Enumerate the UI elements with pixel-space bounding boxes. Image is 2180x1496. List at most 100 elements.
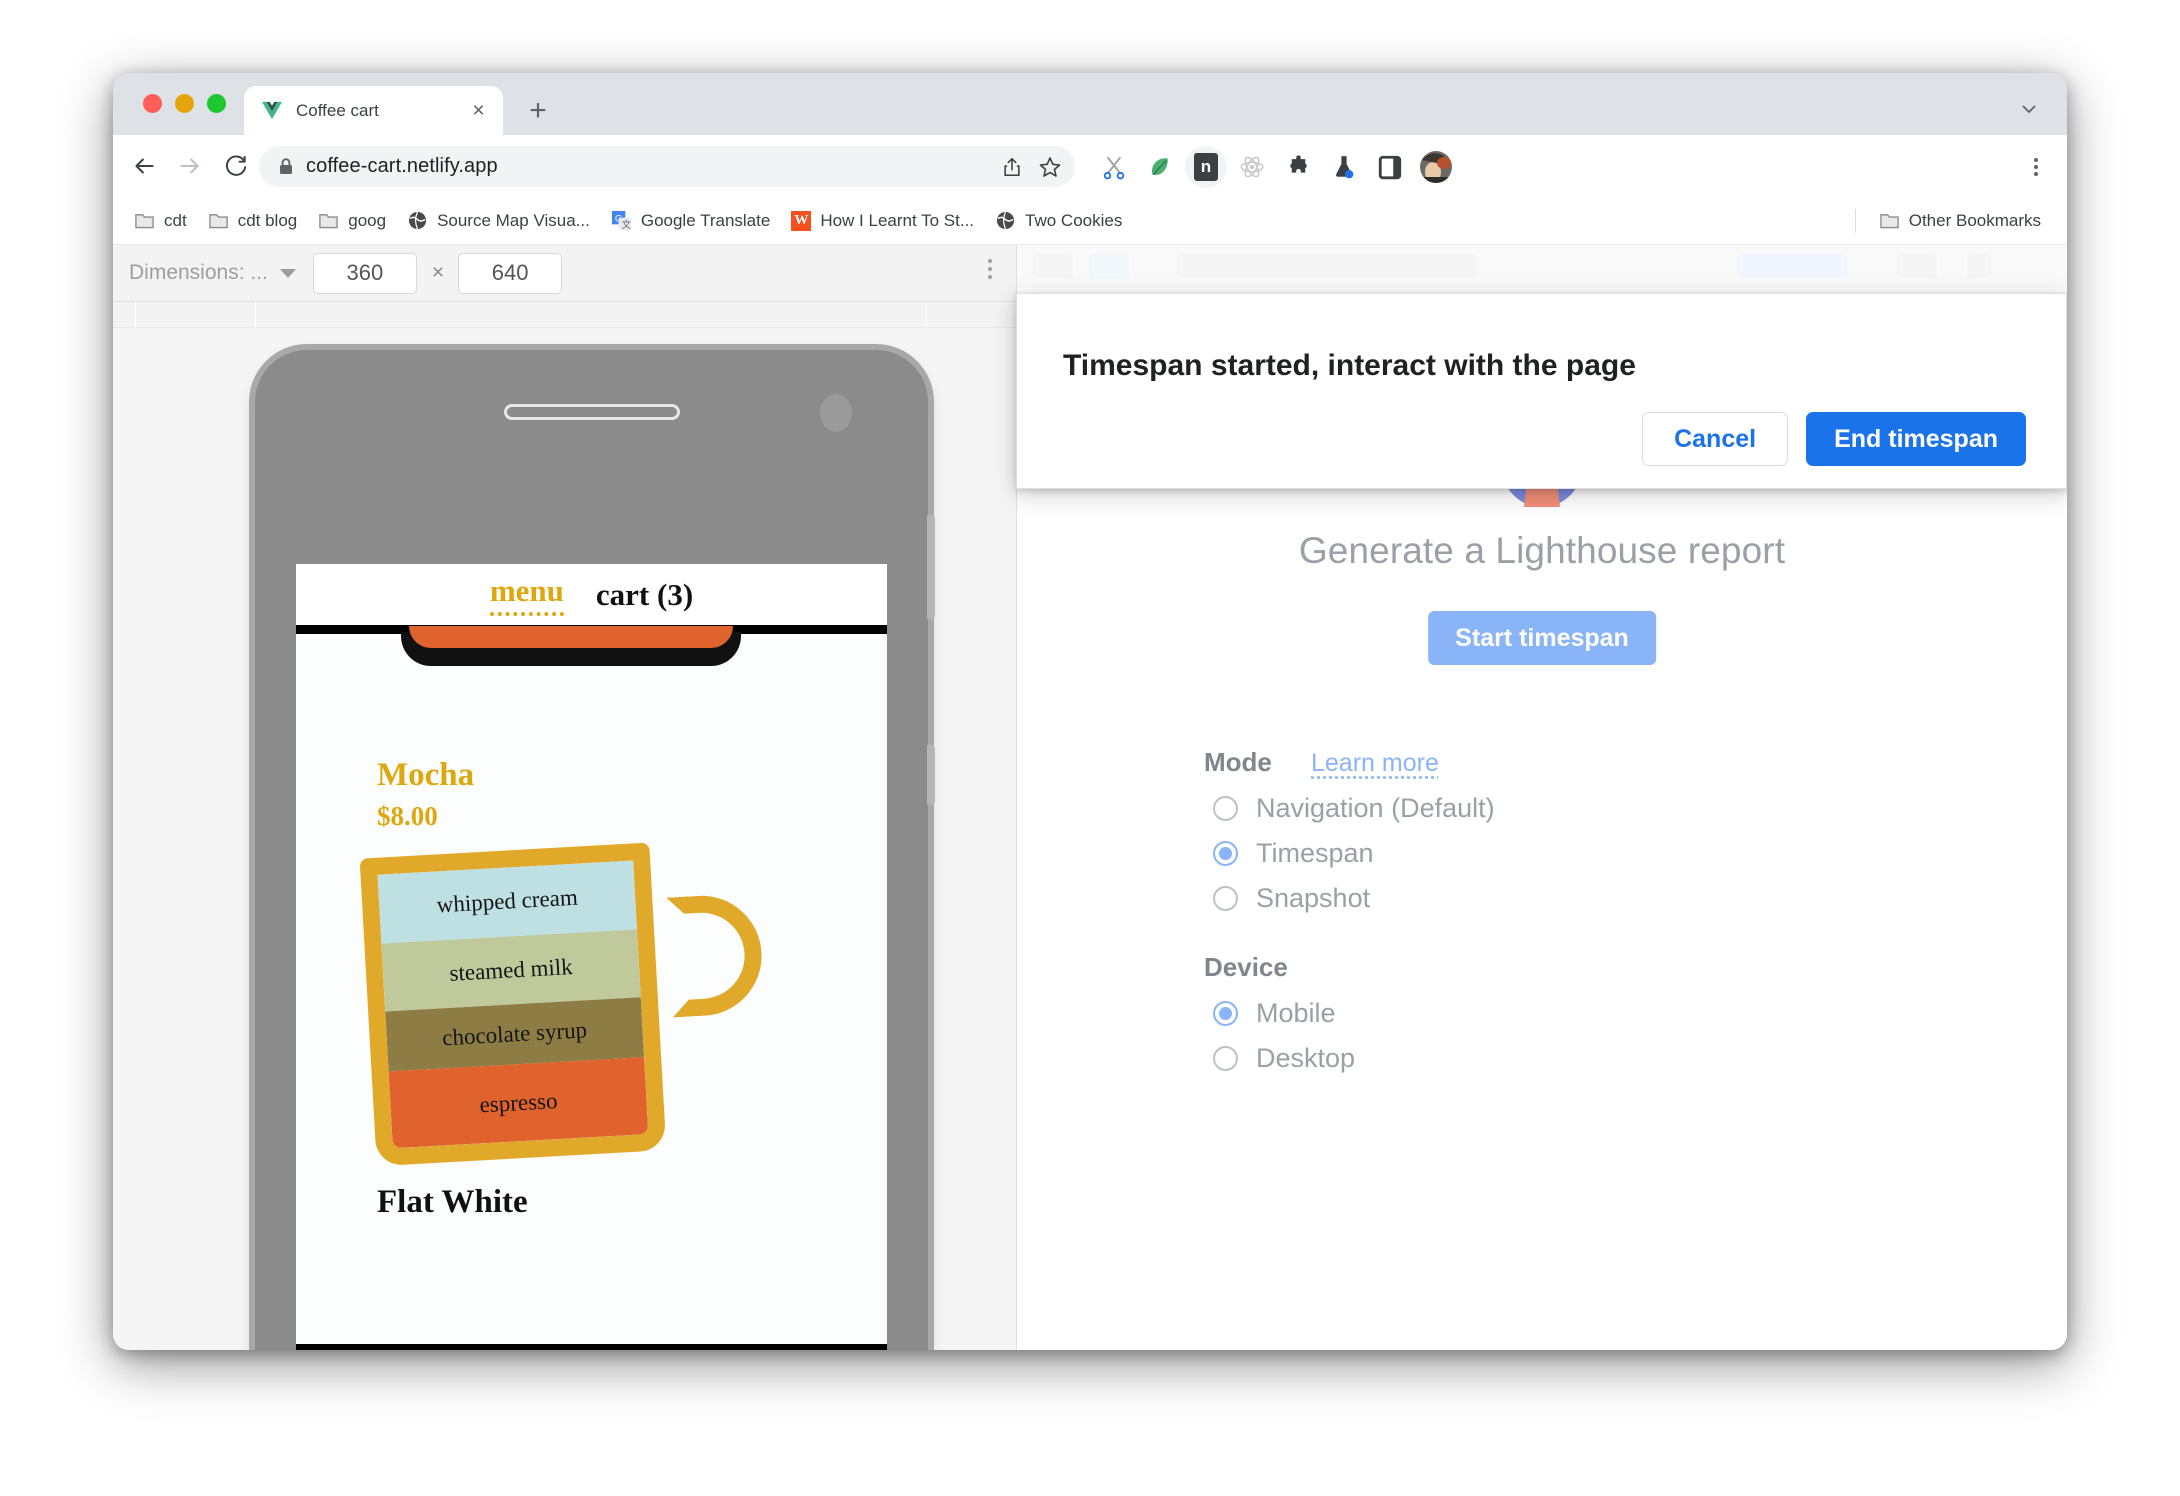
side-panel-icon[interactable] xyxy=(1369,146,1411,188)
bookmark-goog[interactable]: goog xyxy=(309,204,395,238)
green-leaf-extension-icon[interactable] xyxy=(1139,146,1181,188)
product-name-mocha[interactable]: Mocha xyxy=(377,757,474,794)
bookmark-label: How I Learnt To St... xyxy=(820,210,975,230)
browser-window: Coffee cart × + coffee-cart.netlify.app … xyxy=(113,73,2067,1350)
device-toolbar: Dimensions: ... 360 × 640 xyxy=(113,245,1016,302)
browser-tab[interactable]: Coffee cart × xyxy=(244,86,503,135)
toolbar-chip xyxy=(1177,254,1477,278)
nav-link-cart[interactable]: cart (3) xyxy=(596,577,693,613)
radio-device-desktop[interactable]: Desktop xyxy=(1213,1043,1355,1074)
radio-mode-timespan[interactable]: Timespan xyxy=(1213,838,1374,869)
bookmark-source-map-visualizer[interactable]: Source Map Visua... xyxy=(398,204,599,238)
radio-label: Navigation (Default) xyxy=(1256,793,1495,823)
radio-circle[interactable] xyxy=(1213,1001,1238,1026)
window-close-button[interactable] xyxy=(143,94,162,113)
bookmark-label: Two Cookies xyxy=(1025,210,1123,230)
chevron-down-glyph xyxy=(2022,105,2036,114)
lighthouse-heading: Generate a Lighthouse report xyxy=(1298,530,1786,571)
star-glyph xyxy=(1039,157,1061,177)
viewport-width-input[interactable]: 360 xyxy=(312,252,417,294)
kebab-dot xyxy=(988,267,992,271)
toolbar-chip xyxy=(1033,254,1073,278)
folder-icon xyxy=(319,214,338,229)
toolbar-chip xyxy=(1897,254,1937,278)
cancel-button[interactable]: Cancel xyxy=(1642,412,1789,466)
device-toolbar-menu-icon[interactable] xyxy=(988,259,992,279)
lighthouse-toolbar xyxy=(1017,245,2067,287)
dimensions-label: Dimensions: ... xyxy=(129,261,268,284)
flask-experiment-icon[interactable] xyxy=(1323,146,1365,188)
radio-circle[interactable] xyxy=(1213,841,1238,866)
site-nav: menu cart (3) xyxy=(296,564,887,634)
other-bookmarks-group: Other Bookmarks xyxy=(1841,204,2053,238)
chevron-down-icon[interactable] xyxy=(2013,93,2045,125)
scissors-glyph xyxy=(1103,156,1125,180)
share-icon[interactable] xyxy=(995,150,1029,184)
radio-circle[interactable] xyxy=(1213,886,1238,911)
bookmark-other-bookmarks[interactable]: Other Bookmarks xyxy=(1870,204,2050,238)
start-timespan-button[interactable]: Start timespan xyxy=(1428,611,1656,665)
chevron-down-icon xyxy=(279,268,296,278)
browser-menu-icon[interactable] xyxy=(2015,146,2057,188)
phone-speaker xyxy=(503,404,680,420)
new-tab-button[interactable]: + xyxy=(522,95,554,127)
notion-glyph: n xyxy=(1194,153,1218,181)
address-bar[interactable]: coffee-cart.netlify.app xyxy=(259,146,1075,187)
radio-mode-navigation[interactable]: Navigation (Default) xyxy=(1213,793,1495,824)
device-section-title: Device xyxy=(1204,952,1288,982)
kebab-dot xyxy=(2034,158,2038,162)
coffee-cup-illustration[interactable]: whipped cream steamed milk chocolate syr… xyxy=(359,840,765,1168)
bookmark-label: goog xyxy=(348,210,387,230)
bookmark-cdt[interactable]: cdt xyxy=(125,204,196,238)
reload-icon[interactable] xyxy=(217,147,255,185)
bookmark-google-translate[interactable]: G 文 Google Translate xyxy=(602,204,779,238)
radio-label: Desktop xyxy=(1256,1043,1356,1073)
window-minimize-button[interactable] xyxy=(175,94,194,113)
notion-extension-icon[interactable]: n xyxy=(1185,146,1227,188)
viewport-ruler[interactable] xyxy=(113,302,1016,328)
bookmark-cdt-blog[interactable]: cdt blog xyxy=(199,204,307,238)
product-name-flat-white[interactable]: Flat White xyxy=(377,1184,528,1221)
globe-icon xyxy=(996,211,1015,230)
bookmarks-bar: cdt cdt blog goog Source Map Visua... G … xyxy=(113,197,2067,245)
learn-more-link[interactable]: Learn more xyxy=(1311,749,1439,778)
radio-mode-snapshot[interactable]: Snapshot xyxy=(1213,883,1370,914)
viewport-height-input[interactable]: 640 xyxy=(458,252,563,294)
star-icon[interactable] xyxy=(1033,150,1067,184)
extension-icons: n xyxy=(1093,146,1457,188)
bookmark-how-i-learnt-to-stop[interactable]: W How I Learnt To St... xyxy=(782,204,983,238)
radio-label: Snapshot xyxy=(1256,883,1371,913)
toolbar-chip xyxy=(1089,254,1129,278)
toolbar-chip xyxy=(1967,254,1991,278)
browser-content: Dimensions: ... 360 × 640 menu cart (3) … xyxy=(113,245,2067,1350)
radio-circle[interactable] xyxy=(1213,796,1238,821)
flask-glyph xyxy=(1335,155,1354,178)
tab-close-button[interactable]: × xyxy=(467,99,490,122)
nav-link-menu[interactable]: menu xyxy=(489,573,564,616)
avatar[interactable] xyxy=(1415,146,1457,188)
window-maximize-button[interactable] xyxy=(207,94,226,113)
divider xyxy=(1854,208,1856,233)
puzzle-extensions-icon[interactable] xyxy=(1277,146,1319,188)
omnibox-actions xyxy=(995,150,1067,184)
emulated-viewport[interactable]: menu cart (3) Mocha $8.00 whipped cream … xyxy=(296,564,887,1350)
dimensions-dropdown[interactable]: Dimensions: ... xyxy=(129,261,296,285)
end-timespan-button[interactable]: End timespan xyxy=(1806,412,2026,466)
back-arrow-icon[interactable] xyxy=(125,147,163,185)
device-emulation-panel: Dimensions: ... 360 × 640 menu cart (3) … xyxy=(113,245,1016,1350)
timespan-dialog: Timespan started, interact with the page… xyxy=(1016,293,2067,489)
phone-power-button xyxy=(927,745,935,805)
react-devtools-extension-icon[interactable] xyxy=(1231,146,1273,188)
vue-logo-icon xyxy=(262,101,282,119)
scissors-extension-icon[interactable] xyxy=(1093,146,1135,188)
phone-volume-button xyxy=(927,515,935,619)
dimension-multiply-symbol: × xyxy=(431,261,445,284)
bookmark-two-cookies[interactable]: Two Cookies xyxy=(986,204,1131,238)
forward-arrow-icon[interactable] xyxy=(171,147,209,185)
radio-label: Mobile xyxy=(1256,998,1336,1028)
dialog-actions: Cancel End timespan xyxy=(1642,412,2026,466)
ruler-tick xyxy=(255,302,256,328)
dialog-title: Timespan started, interact with the page xyxy=(1063,349,1636,382)
radio-device-mobile[interactable]: Mobile xyxy=(1213,998,1336,1029)
radio-circle[interactable] xyxy=(1213,1046,1238,1071)
